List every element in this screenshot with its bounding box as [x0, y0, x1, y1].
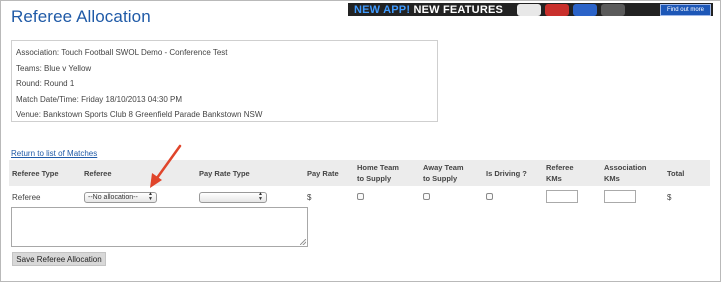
info-label: Venue: [16, 110, 41, 120]
info-venue: Venue: Bankstown Sports Club 8 Greenfiel… [16, 107, 433, 123]
cell-is-driving [483, 186, 543, 208]
header-line: Association [604, 163, 647, 172]
advertisement-banner[interactable]: NEW APP! NEW FEATURES Find out more [348, 3, 713, 16]
home-team-supply-checkbox[interactable] [357, 192, 364, 200]
info-value: Bankstown Sports Club 8 Greenfield Parad… [43, 110, 263, 120]
cell-away-team-supply [420, 186, 483, 208]
referee-allocation-table: Referee Type Referee Pay Rate Type Pay R… [9, 160, 710, 208]
away-team-supply-checkbox[interactable] [423, 192, 430, 200]
notes-textarea[interactable] [11, 207, 308, 247]
return-to-matches-link[interactable]: Return to list of Matches [11, 149, 97, 158]
info-round: Round: Round 1 [16, 76, 433, 92]
save-referee-allocation-button[interactable]: Save Referee Allocation [12, 252, 106, 266]
referee-select[interactable]: --No allocation-- ▲ ▼ [84, 191, 157, 203]
select-arrows-icon: ▲ ▼ [148, 191, 153, 202]
header-referee-type: Referee Type [12, 168, 59, 178]
cell-pay-rate: $ [307, 192, 312, 202]
app-icon [573, 3, 598, 16]
info-value: Touch Football SWOL Demo - Conference Te… [61, 48, 228, 57]
resize-grip-icon[interactable] [300, 239, 306, 245]
header-line: KMs [546, 174, 562, 183]
banner-new-app-text: NEW APP! [354, 3, 411, 16]
cell-association-kms [601, 186, 664, 208]
info-value: Friday 18/10/2013 04:30 PM [81, 94, 183, 104]
info-match-datetime: Match Date/Time: Friday 18/10/2013 04:30… [16, 92, 433, 108]
info-label: Association: [16, 48, 60, 57]
header-referee: Referee [84, 168, 112, 178]
header-is-driving: Is Driving ? [486, 168, 527, 178]
table-row: Referee --No allocation-- ▲ ▼ ▲ ▼ $ $ [9, 186, 710, 208]
header-away-team-supply: Away Team to Supply [420, 160, 483, 186]
cell-total: $ [667, 192, 672, 202]
app-icon [517, 3, 542, 16]
table-header-row: Referee Type Referee Pay Rate Type Pay R… [9, 160, 710, 186]
header-home-team-supply: Home Team to Supply [354, 160, 420, 186]
header-referee-kms: Referee KMs [543, 160, 601, 186]
cell-pay-rate-type: ▲ ▼ [196, 186, 304, 208]
match-info-panel: Association: Touch Football SWOL Demo - … [11, 40, 438, 122]
cell-home-team-supply [354, 186, 420, 208]
header-line: KMs [604, 174, 620, 183]
header-line: Home Team [357, 163, 399, 172]
header-line: Referee [546, 163, 574, 172]
banner-app-icons [517, 3, 626, 16]
cell-referee: --No allocation-- ▲ ▼ [81, 186, 196, 208]
is-driving-checkbox[interactable] [486, 192, 493, 200]
info-label: Teams: [16, 63, 42, 73]
referee-select-value: --No allocation-- [88, 193, 138, 201]
header-line: to Supply [357, 174, 392, 183]
header-pay-rate: Pay Rate [307, 168, 339, 178]
referee-kms-input[interactable] [546, 189, 578, 203]
header-association-kms: Association KMs [601, 160, 664, 186]
cell-referee-type: Referee [12, 192, 41, 202]
cell-referee-kms [543, 186, 601, 208]
pay-rate-type-select[interactable]: ▲ ▼ [199, 191, 267, 203]
banner-features-text: NEW FEATURES [410, 3, 504, 16]
app-icon [601, 3, 626, 16]
app-icon [545, 3, 570, 16]
association-kms-input[interactable] [604, 189, 636, 203]
header-line: Away Team [423, 163, 464, 172]
banner-find-out-more-button[interactable]: Find out more [659, 3, 711, 16]
header-line: to Supply [423, 174, 458, 183]
info-value: Blue v Yellow [44, 63, 92, 73]
info-label: Round: [16, 79, 42, 89]
page-title: Referee Allocation [11, 7, 151, 26]
header-total: Total [667, 168, 685, 178]
header-pay-rate-type: Pay Rate Type [199, 168, 250, 178]
info-association: Association: Touch Football SWOL Demo - … [16, 45, 433, 61]
info-teams: Teams: Blue v Yellow [16, 61, 433, 77]
info-label: Match Date/Time: [16, 94, 79, 104]
info-value: Round 1 [44, 79, 75, 89]
banner-headline: NEW APP! NEW FEATURES [348, 4, 503, 16]
select-arrows-icon: ▲ ▼ [258, 191, 263, 202]
